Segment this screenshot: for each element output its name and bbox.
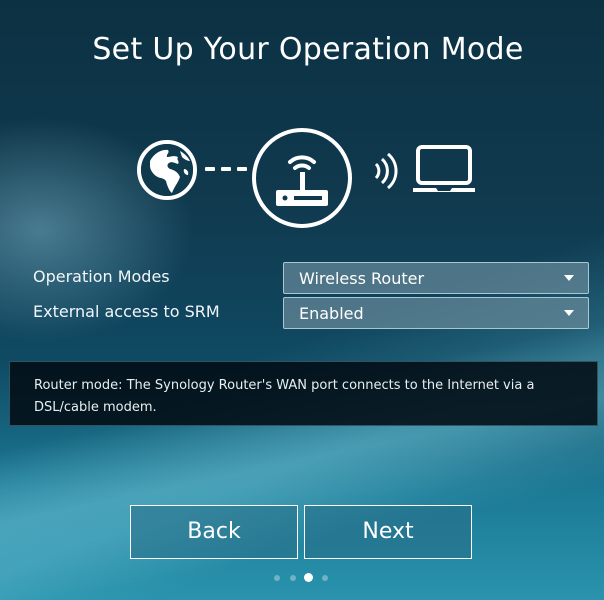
external-access-label: External access to SRM bbox=[33, 302, 220, 321]
step-dot-4 bbox=[322, 575, 328, 581]
operation-modes-select[interactable]: Wireless Router bbox=[283, 262, 589, 294]
connection-dash bbox=[205, 167, 215, 171]
external-access-row: External access to SRM Enabled bbox=[0, 297, 604, 329]
router-icon bbox=[276, 155, 328, 206]
step-dot-3-active bbox=[304, 573, 313, 582]
chevron-down-icon bbox=[564, 275, 574, 281]
operation-modes-value: Wireless Router bbox=[299, 269, 425, 288]
laptop-icon bbox=[413, 145, 475, 192]
next-button[interactable]: Next bbox=[304, 505, 472, 559]
operation-modes-row: Operation Modes Wireless Router bbox=[0, 262, 604, 294]
external-access-value: Enabled bbox=[299, 304, 364, 323]
network-diagram bbox=[0, 128, 604, 228]
connection-dash bbox=[221, 167, 231, 171]
wireless-signal-icon bbox=[374, 152, 398, 190]
chevron-down-icon bbox=[564, 310, 574, 316]
mode-description-text: Router mode: The Synology Router's WAN p… bbox=[34, 378, 535, 415]
connection-dash bbox=[237, 167, 247, 171]
external-access-select[interactable]: Enabled bbox=[283, 297, 589, 329]
globe-icon bbox=[137, 140, 197, 200]
step-pagination bbox=[0, 573, 604, 583]
step-dot-2 bbox=[290, 575, 296, 581]
page-title: Set Up Your Operation Mode bbox=[92, 32, 524, 67]
back-button[interactable]: Back bbox=[130, 505, 298, 559]
mode-description-box: Router mode: The Synology Router's WAN p… bbox=[9, 361, 598, 426]
step-dot-1 bbox=[274, 575, 280, 581]
router-circle bbox=[252, 128, 352, 228]
operation-modes-label: Operation Modes bbox=[33, 267, 170, 286]
